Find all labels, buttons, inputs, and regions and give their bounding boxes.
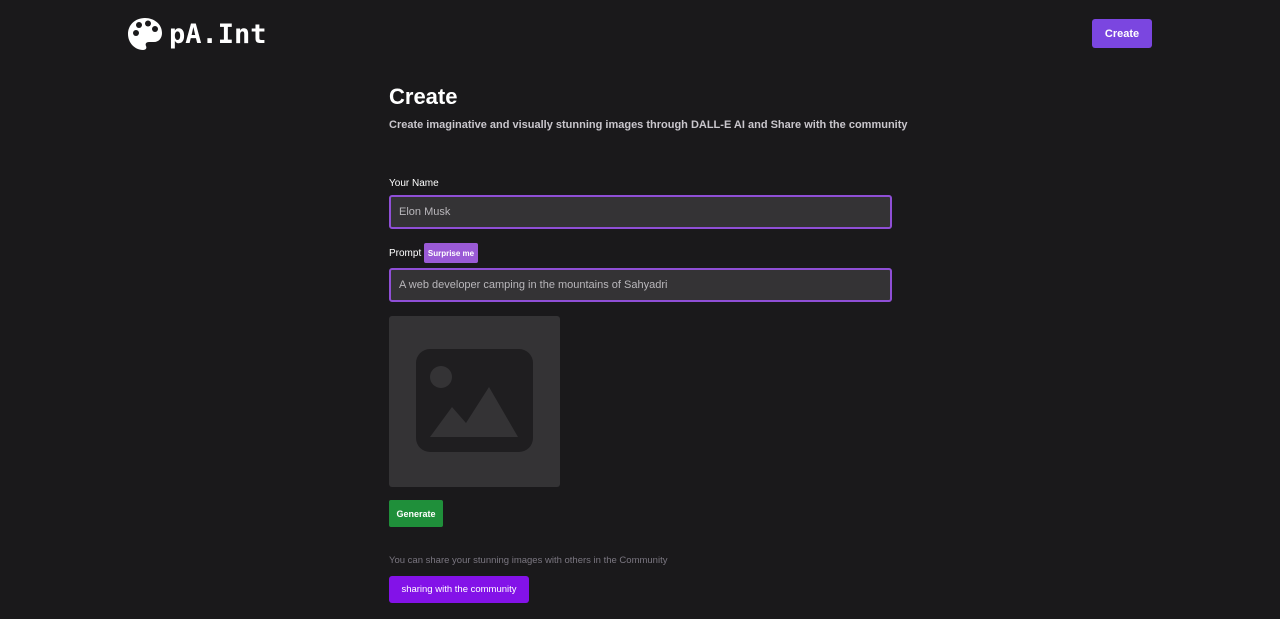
palette-icon (128, 18, 162, 50)
share-with-community-button[interactable]: sharing with the community (389, 576, 529, 603)
surprise-me-button[interactable]: Surprise me (424, 243, 478, 263)
page-title: Create (389, 84, 458, 109)
image-preview (389, 316, 560, 487)
page-subtitle: Create imaginative and visually stunning… (389, 119, 908, 131)
logo[interactable]: pA.Int (127, 14, 267, 54)
prompt-input[interactable] (389, 268, 892, 302)
generate-button[interactable]: Generate (389, 500, 443, 527)
create-button[interactable]: Create (1092, 19, 1152, 48)
name-input[interactable] (389, 195, 892, 229)
image-placeholder-icon (416, 349, 533, 452)
logo-text: pA.Int (169, 18, 267, 50)
name-label: Your Name (389, 178, 439, 189)
share-note: You can share your stunning images with … (389, 555, 668, 566)
header: pA.Int Create (0, 0, 1280, 70)
prompt-label: Prompt (389, 248, 422, 259)
